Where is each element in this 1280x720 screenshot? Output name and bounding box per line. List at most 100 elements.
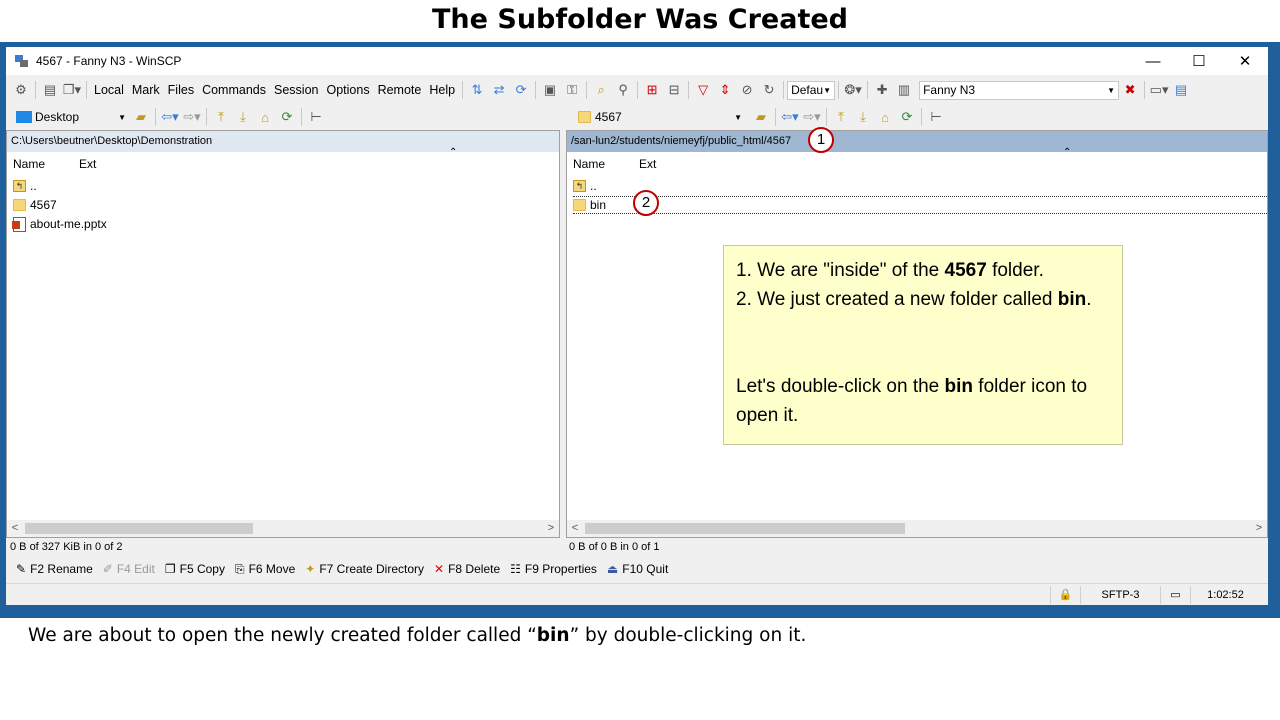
menu-options[interactable]: Options	[322, 80, 373, 100]
disconnect-icon[interactable]: ✖	[1119, 80, 1141, 100]
menu-mark[interactable]: Mark	[128, 80, 164, 100]
edit-icon: ✐	[102, 562, 113, 576]
remote-dir-select[interactable]: 4567 ▼	[574, 108, 746, 127]
compare-icon[interactable]: ⇄	[488, 80, 510, 100]
queue-icon[interactable]: ▤	[39, 80, 61, 100]
save-session-icon[interactable]: ▤	[1170, 80, 1192, 100]
scroll-right-icon[interactable]: >	[1251, 520, 1267, 537]
session-select[interactable]: Fanny N3 ▼	[919, 80, 1120, 100]
properties-icon: ☷	[510, 562, 521, 576]
callout-bold: bin	[1057, 289, 1087, 310]
parent-dir-icon[interactable]: ⤒	[210, 107, 232, 127]
scroll-thumb[interactable]	[25, 523, 253, 534]
copy-icon: ❐	[164, 562, 176, 576]
console-icon[interactable]: ▣	[539, 80, 561, 100]
forward-arrow-icon[interactable]: ⇨▾	[181, 107, 203, 127]
create-directory-button[interactable]: ✦ F7 Create Directory	[305, 562, 424, 576]
local-path-bar[interactable]: C:\Users\beutner\Desktop\Demonstration	[7, 131, 559, 152]
list-item[interactable]: ↰ ..	[13, 177, 37, 195]
function-keys-bar: ✎ F2 Rename ✐ F4 Edit ❐ F5 Copy ⎘ F6 Move ✦ F…	[6, 559, 1268, 579]
open-folder-icon[interactable]: ▰	[130, 107, 152, 127]
rename-button[interactable]: ✎ F2 Rename	[16, 562, 93, 576]
clear-icon[interactable]: ⊘	[736, 80, 758, 100]
tree-icon[interactable]: ⊢	[305, 107, 327, 127]
back-arrow-icon[interactable]: ⇦▾	[159, 107, 181, 127]
callout-spacer	[736, 314, 1110, 372]
binoculars-icon[interactable]: ⚲	[612, 80, 634, 100]
file-name: ..	[30, 179, 37, 193]
copy-menu-icon[interactable]: ❐▾	[61, 80, 83, 100]
forward-arrow-icon[interactable]: ⇨▾	[801, 107, 823, 127]
menu-remote[interactable]: Remote	[374, 80, 426, 100]
quit-button[interactable]: ⏏ F10 Quit	[607, 562, 668, 576]
gear-icon[interactable]: ⚙	[10, 80, 32, 100]
properties-label: F9 Properties	[524, 562, 597, 576]
root-dir-icon[interactable]: ⤓	[852, 107, 874, 127]
invert-icon[interactable]: ⇕	[714, 80, 736, 100]
open-folder-icon[interactable]: ▰	[750, 107, 772, 127]
local-col-ext[interactable]: Ext	[79, 157, 96, 171]
transfer-preset-select[interactable]: Defau ▼	[787, 80, 836, 100]
sync-browse-icon[interactable]: ⇅	[466, 80, 488, 100]
refresh-icon[interactable]: ⟳	[510, 80, 532, 100]
scroll-left-icon[interactable]: <	[7, 520, 23, 537]
list-item[interactable]: 4567	[13, 196, 57, 214]
filter-icon[interactable]: ▽	[692, 80, 714, 100]
scroll-right-icon[interactable]: >	[543, 520, 559, 537]
pencil-icon: ✎	[16, 562, 27, 576]
home-icon[interactable]: ⌂	[254, 107, 276, 127]
parent-dir-icon[interactable]: ⤒	[830, 107, 852, 127]
root-dir-icon[interactable]: ⤓	[232, 107, 254, 127]
list-item[interactable]: bin	[573, 196, 1267, 214]
back-arrow-icon[interactable]: ⇦▾	[779, 107, 801, 127]
menu-session[interactable]: Session	[270, 80, 322, 100]
copy-button[interactable]: ❐ F5 Copy	[165, 562, 225, 576]
reload-icon[interactable]: ↻	[758, 80, 780, 100]
local-panel[interactable]: C:\Users\beutner\Desktop\Demonstration N…	[6, 130, 560, 538]
find-files-icon[interactable]: ⌕	[590, 80, 612, 100]
sessions-icon[interactable]: ▥	[893, 80, 915, 100]
properties-button[interactable]: ☷ F9 Properties	[510, 562, 597, 576]
putty-icon[interactable]: ⚿	[561, 80, 583, 100]
menu-commands[interactable]: Commands	[198, 80, 270, 100]
minimize-button[interactable]: —	[1130, 47, 1176, 75]
unselect-icon[interactable]: ⊟	[663, 80, 685, 100]
toolbar-separator	[155, 108, 156, 126]
remote-horizontal-scrollbar[interactable]: < >	[567, 520, 1267, 537]
delete-x-icon: ✕	[434, 562, 445, 576]
remote-col-name[interactable]: Name	[573, 157, 605, 171]
move-button[interactable]: ⎘ F6 Move	[235, 562, 295, 577]
new-session-icon[interactable]: ✚	[871, 80, 893, 100]
tree-icon[interactable]: ⊢	[925, 107, 947, 127]
callout-text: Let's double-click on the	[736, 376, 945, 397]
edit-button[interactable]: ✐ F4 Edit	[103, 562, 155, 576]
remote-col-ext[interactable]: Ext	[639, 157, 656, 171]
local-drive-select[interactable]: Desktop ▼	[12, 108, 130, 127]
maximize-button[interactable]: ☐	[1176, 47, 1222, 75]
menu-help[interactable]: Help	[425, 80, 459, 100]
local-selection-status: 0 B of 327 KiB in 0 of 2	[10, 541, 123, 553]
callout-text: 1. We are "inside" of the	[736, 260, 945, 281]
delete-button[interactable]: ✕ F8 Delete	[434, 562, 500, 576]
preferences-icon[interactable]: ❂▾	[842, 80, 864, 100]
toolbar-separator	[867, 81, 869, 99]
menu-local[interactable]: Local	[90, 80, 128, 100]
refresh-icon[interactable]: ⟳	[276, 107, 298, 127]
local-drive-value: Desktop	[35, 110, 80, 124]
list-item[interactable]: ↰ ..	[573, 177, 597, 195]
scroll-left-icon[interactable]: <	[567, 520, 583, 537]
close-button[interactable]: ✕	[1222, 47, 1268, 75]
delete-label: F8 Delete	[448, 562, 501, 576]
remote-path-bar[interactable]: /san-lun2/students/niemeyfj/public_html/…	[567, 131, 1267, 152]
slide-title: The Subfolder Was Created	[432, 4, 848, 35]
home-icon[interactable]: ⌂	[874, 107, 896, 127]
queue-menu-icon[interactable]: ▭▾	[1148, 80, 1170, 100]
menu-files[interactable]: Files	[164, 80, 198, 100]
list-item[interactable]: about-me.pptx	[12, 215, 107, 233]
edit-label: F4 Edit	[116, 562, 155, 576]
select-icon[interactable]: ⊞	[641, 80, 663, 100]
refresh-icon[interactable]: ⟳	[896, 107, 918, 127]
local-horizontal-scrollbar[interactable]: < >	[7, 520, 559, 537]
scroll-thumb[interactable]	[585, 523, 905, 534]
local-col-name[interactable]: Name	[13, 157, 45, 171]
